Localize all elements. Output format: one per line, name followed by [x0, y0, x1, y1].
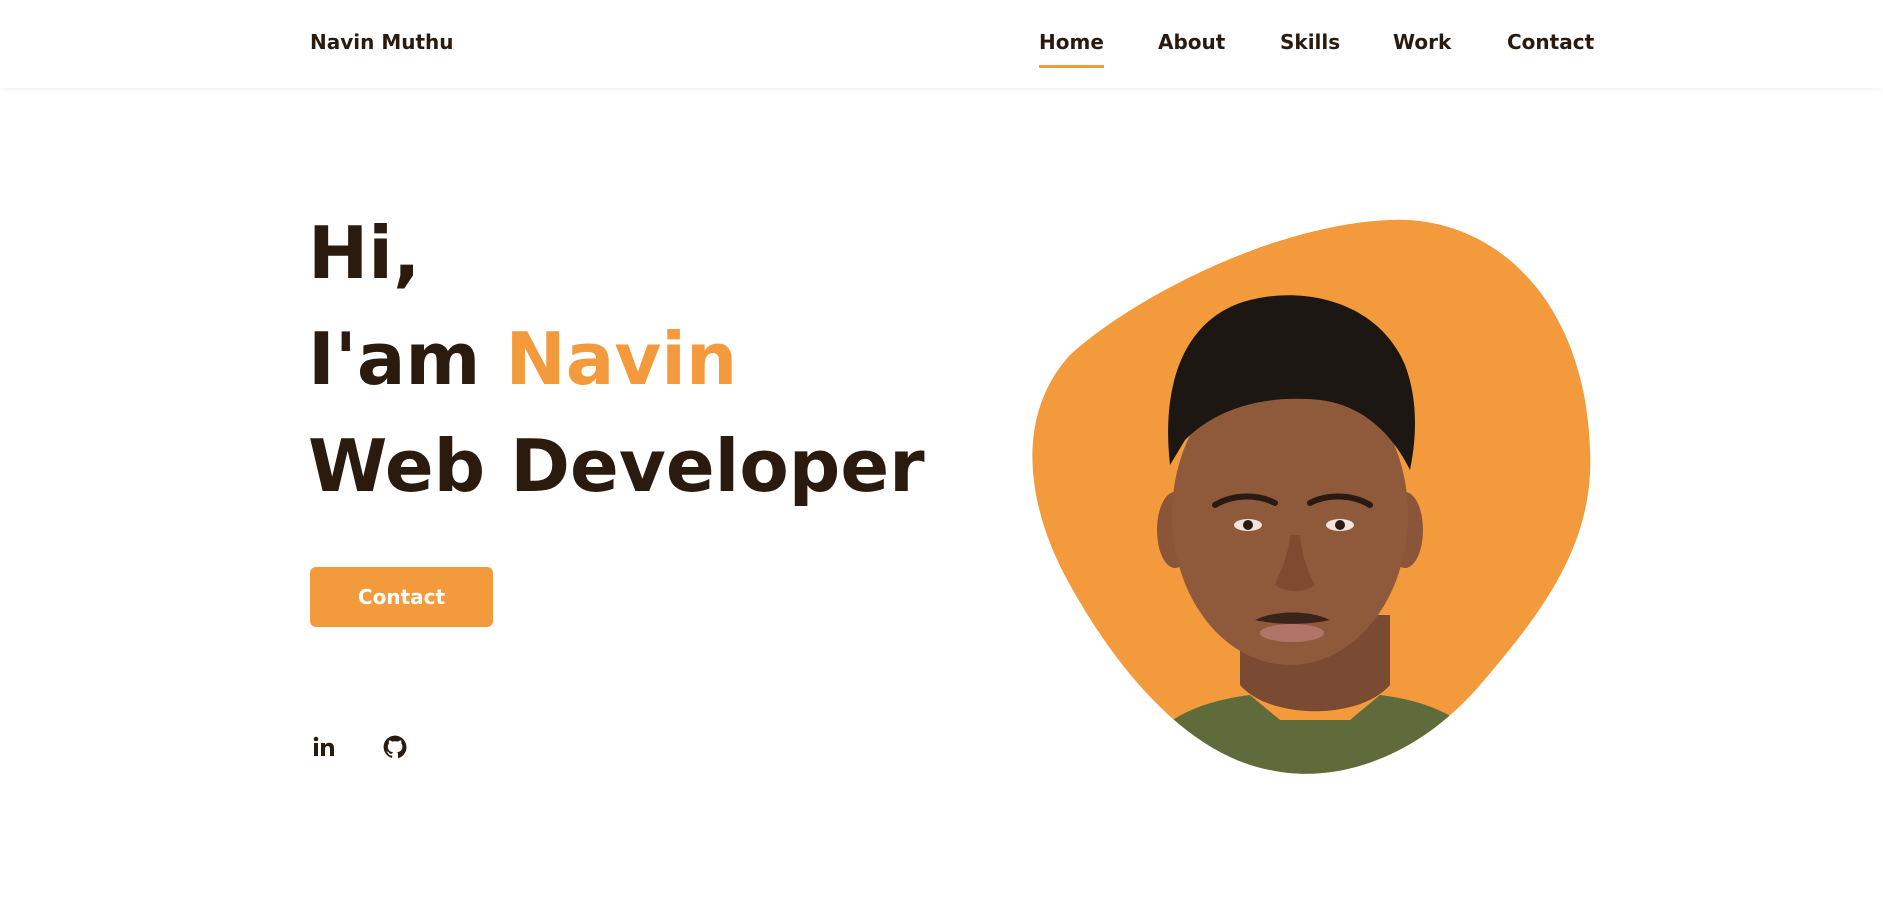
profile-photo — [1020, 215, 1600, 775]
hero-role: Web Developer — [308, 424, 925, 508]
hero-intro-prefix: I'am — [308, 317, 506, 401]
site-header: Navin Muthu Home About Skills Work Conta… — [0, 0, 1883, 88]
nav-contact[interactable]: Contact — [1507, 30, 1594, 54]
nav-skills[interactable]: Skills — [1280, 30, 1340, 54]
nav-home[interactable]: Home — [1039, 30, 1104, 68]
hero-intro: I'am Navin — [308, 323, 737, 395]
hero-greeting: Hi, — [308, 211, 421, 295]
contact-button[interactable]: Contact — [310, 567, 493, 627]
nav-work[interactable]: Work — [1393, 30, 1451, 54]
site-logo[interactable]: Navin Muthu — [310, 30, 454, 54]
github-icon[interactable] — [381, 733, 409, 761]
nav-about[interactable]: About — [1158, 30, 1225, 54]
hero-name: Navin — [505, 317, 738, 401]
linkedin-icon[interactable] — [310, 733, 338, 761]
